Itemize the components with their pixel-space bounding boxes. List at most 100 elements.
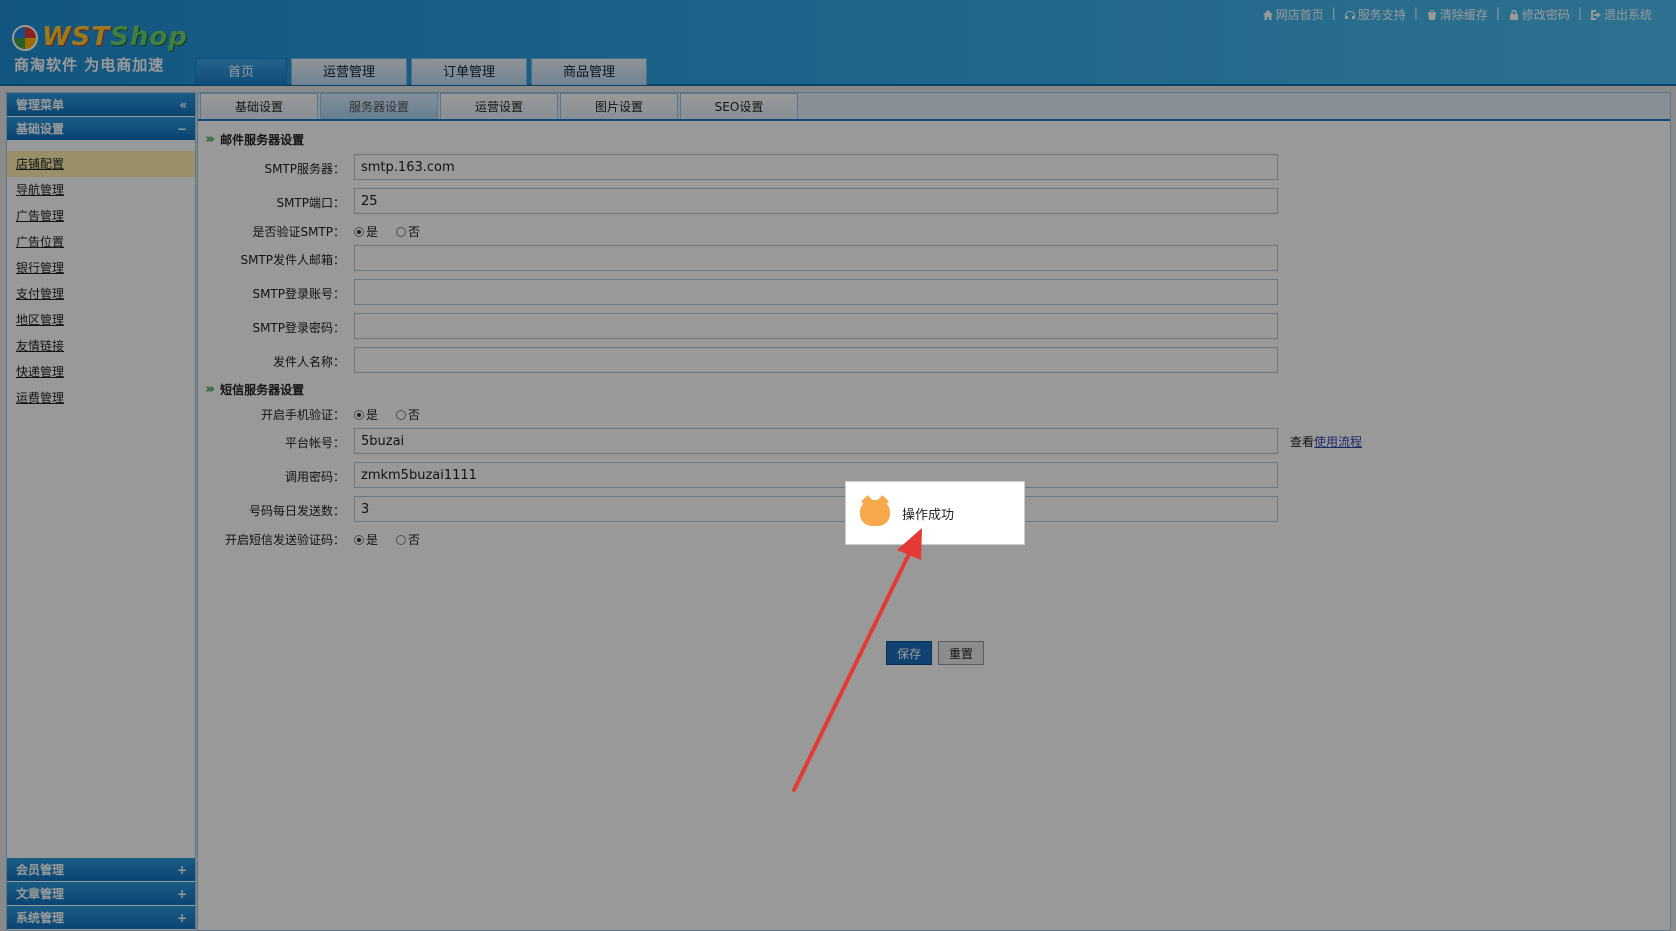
sender-name-input[interactable] <box>354 347 1278 373</box>
nav-tab-products[interactable]: 商品管理 <box>531 58 647 85</box>
platform-account-input[interactable] <box>354 428 1278 454</box>
top-link-clear-cache[interactable]: 清除缓存 <box>1426 6 1488 23</box>
login-account-label: SMTP登录账号： <box>252 287 345 301</box>
separator: | <box>1331 6 1336 20</box>
radio-button[interactable] <box>396 226 407 237</box>
tab-basic-settings[interactable]: 基础设置 <box>200 93 318 119</box>
sidebar-item-banks[interactable]: 银行管理 <box>7 255 195 281</box>
sidebar-item-ad-positions[interactable]: 广告位置 <box>7 229 195 255</box>
sidebar-group-label: 会员管理 <box>16 863 65 877</box>
sms-code-radio-group: 是 否 <box>354 531 434 548</box>
help-text: 查看使用流程 <box>1290 433 1362 450</box>
api-password-input[interactable] <box>354 462 1278 488</box>
smtp-port-label: SMTP端口： <box>276 196 345 210</box>
radio-no-label: 否 <box>408 225 421 239</box>
reset-button[interactable]: 重置 <box>938 641 984 665</box>
top-link-change-password[interactable]: 修改密码 <box>1508 6 1570 23</box>
section-title-label: 短信服务器设置 <box>220 383 305 397</box>
sidebar-item-payments[interactable]: 支付管理 <box>7 281 195 307</box>
logo-name-part2: Shop <box>110 22 188 52</box>
smtp-auth-label: 是否验证SMTP： <box>252 225 345 239</box>
top-link-support[interactable]: 服务支持 <box>1344 6 1406 23</box>
usage-guide-link[interactable]: 使用流程 <box>1314 435 1362 449</box>
tab-operation-settings[interactable]: 运营设置 <box>440 93 558 119</box>
sidebar-item-express[interactable]: 快递管理 <box>7 359 195 385</box>
trash-icon <box>1427 9 1436 20</box>
smtp-port-input[interactable] <box>354 188 1278 214</box>
separator: | <box>1495 6 1500 20</box>
sms-code-label: 开启短信发送验证码： <box>224 533 345 547</box>
logo-emblem-icon <box>12 25 38 51</box>
phone-verify-yes-option[interactable]: 是 <box>354 406 378 423</box>
sidebar-item-regions[interactable]: 地区管理 <box>7 307 195 333</box>
sms-code-yes-option[interactable]: 是 <box>354 531 378 548</box>
cat-face-icon <box>860 500 890 526</box>
radio-button[interactable] <box>354 534 364 545</box>
save-button[interactable]: 保存 <box>886 641 932 665</box>
radio-yes-label: 是 <box>366 408 379 422</box>
collapse-icon[interactable]: « <box>179 93 187 117</box>
sidebar-group-articles[interactable]: 文章管理 + <box>7 882 195 906</box>
radio-no-label: 否 <box>408 408 421 422</box>
radio-button[interactable] <box>396 409 407 420</box>
top-link-shop-home[interactable]: 网店首页 <box>1262 6 1324 23</box>
phone-verify-no-option[interactable]: 否 <box>396 406 420 423</box>
radio-button[interactable] <box>354 409 364 420</box>
support-icon <box>1344 10 1355 19</box>
logo-name: WSTShop <box>42 22 188 52</box>
sidebar-group-members[interactable]: 会员管理 + <box>7 858 195 882</box>
plus-icon: + <box>176 887 187 901</box>
sidebar-item-shipping-fee[interactable]: 运费管理 <box>7 385 195 411</box>
daily-limit-input[interactable] <box>354 496 1278 522</box>
sidebar-group-basic-settings[interactable]: 基础设置 − <box>7 117 195 141</box>
radio-button[interactable] <box>396 534 407 545</box>
double-chevron-icon: ››› <box>205 132 215 147</box>
sidebar-bottom-groups: 会员管理 + 文章管理 + 系统管理 + <box>7 858 195 930</box>
main-nav: 首页 运营管理 订单管理 商品管理 <box>195 58 647 85</box>
lock-icon <box>1509 9 1518 20</box>
phone-verify-radio-group: 是 否 <box>354 406 434 423</box>
sms-code-no-option[interactable]: 否 <box>396 531 420 548</box>
logo-slogan: 商淘软件 为电商加速 <box>14 56 165 74</box>
sidebar-item-shop-config[interactable]: 店铺配置 <box>7 151 195 177</box>
logo-name-part1: WST <box>42 22 111 52</box>
sidebar-item-ads[interactable]: 广告管理 <box>7 203 195 229</box>
sidebar-item-friend-links[interactable]: 友情链接 <box>7 333 195 359</box>
sidebar-header-label: 管理菜单 <box>16 98 65 112</box>
smtp-server-input[interactable] <box>354 154 1278 180</box>
top-links: 网店首页 | 服务支持 | 清除缓存 | 修改密码 | 退出系统 <box>1262 6 1652 23</box>
toast-message: 操作成功 <box>902 507 955 523</box>
top-link-logout[interactable]: 退出系统 <box>1590 6 1652 23</box>
minus-icon: − <box>176 122 187 136</box>
nav-tab-orders[interactable]: 订单管理 <box>411 58 527 85</box>
phone-verify-label: 开启手机验证： <box>260 408 345 422</box>
sender-email-label: SMTP发件人邮箱： <box>240 253 345 267</box>
radio-button[interactable] <box>354 226 364 237</box>
tab-seo-settings[interactable]: SEO设置 <box>680 93 798 119</box>
home-icon <box>1262 9 1273 20</box>
logo[interactable]: WSTShop 商淘软件 为电商加速 <box>12 22 187 74</box>
section-title-mail: ››› 邮件服务器设置 <box>205 131 304 148</box>
nav-tab-operations[interactable]: 运营管理 <box>291 58 407 85</box>
radio-no-label: 否 <box>408 533 421 547</box>
top-link-label: 网店首页 <box>1275 8 1324 22</box>
tab-server-settings[interactable]: 服务器设置 <box>320 93 438 119</box>
separator: | <box>1413 6 1418 20</box>
smtp-auth-no-option[interactable]: 否 <box>396 223 420 240</box>
smtp-auth-yes-option[interactable]: 是 <box>354 223 378 240</box>
sidebar-group-system[interactable]: 系统管理 + <box>7 906 195 930</box>
section-title-sms: ››› 短信服务器设置 <box>205 381 304 398</box>
smtp-server-label: SMTP服务器： <box>264 162 345 176</box>
login-password-label: SMTP登录密码： <box>252 321 345 335</box>
platform-account-label: 平台帐号： <box>284 436 345 450</box>
sidebar-item-navigation[interactable]: 导航管理 <box>7 177 195 203</box>
sidebar-group-label: 系统管理 <box>16 911 65 925</box>
tab-image-settings[interactable]: 图片设置 <box>560 93 678 119</box>
login-account-input[interactable] <box>354 279 1278 305</box>
radio-yes-label: 是 <box>366 533 379 547</box>
login-password-input[interactable] <box>354 313 1278 339</box>
sender-email-input[interactable] <box>354 245 1278 271</box>
nav-tab-home[interactable]: 首页 <box>195 58 287 85</box>
api-password-label: 调用密码： <box>284 470 345 484</box>
daily-limit-label: 号码每日发送数： <box>248 504 345 518</box>
